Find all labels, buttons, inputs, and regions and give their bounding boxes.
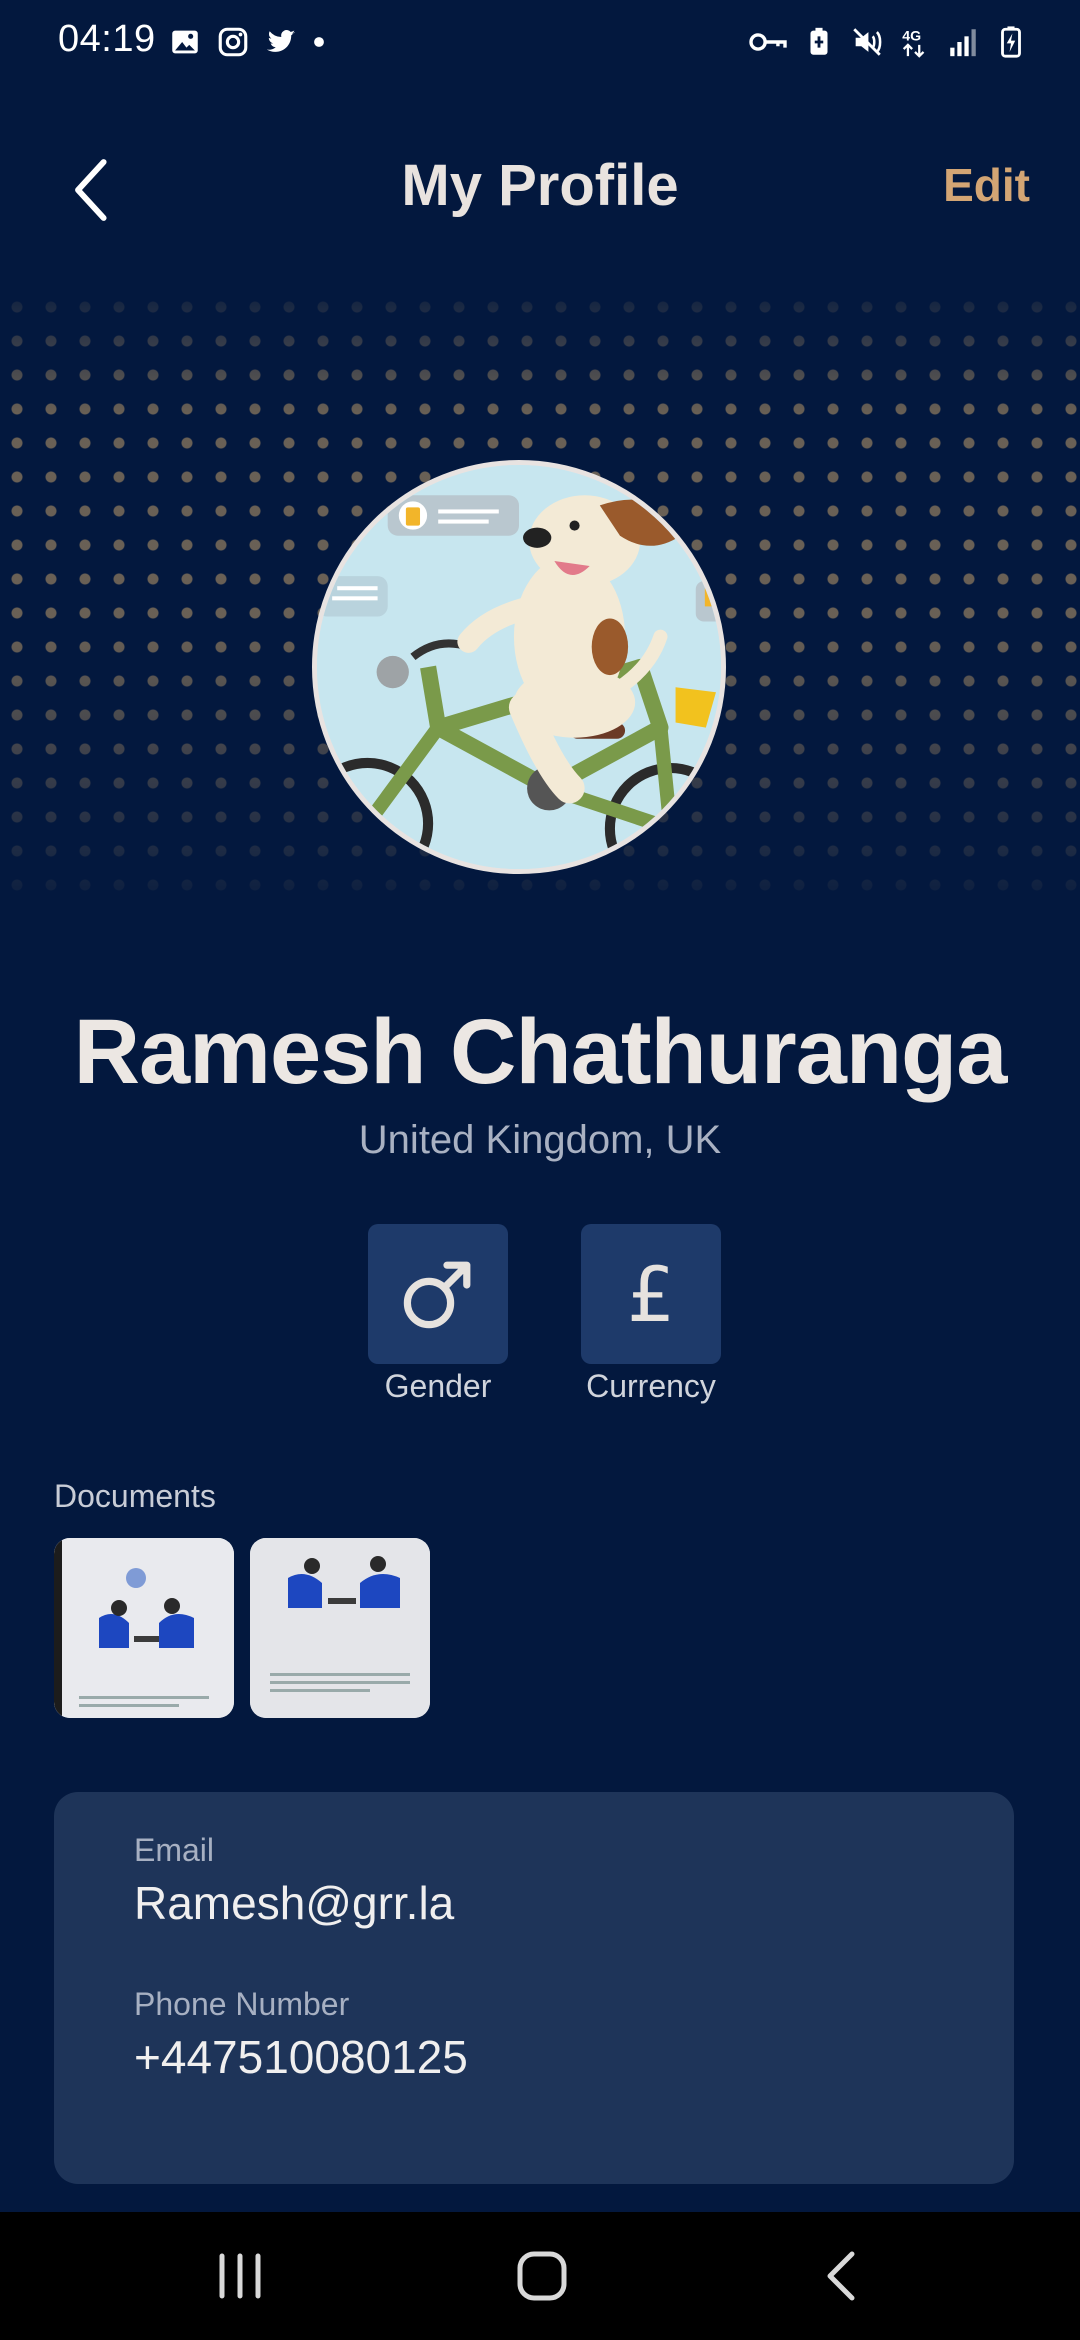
mute-icon — [850, 25, 884, 59]
avatar[interactable] — [312, 460, 726, 874]
signal-icon — [946, 25, 980, 59]
back-icon — [827, 2251, 855, 2301]
page-title: My Profile — [401, 153, 679, 218]
document-thumbnail-1[interactable] — [54, 1538, 234, 1718]
contact-card: Email Ramesh@grr.la Phone Number +447510… — [54, 1792, 1014, 2184]
status-right-icons: 4G — [748, 22, 1028, 62]
home-icon — [517, 2251, 567, 2301]
male-symbol-icon — [403, 1261, 471, 1329]
recent-apps-button[interactable] — [208, 2244, 272, 2308]
key-icon — [748, 25, 788, 59]
gender-button[interactable] — [368, 1224, 508, 1364]
document-image-1 — [54, 1538, 234, 1718]
email-label: Email — [134, 1832, 215, 1868]
profile-name: Ramesh Chathuranga — [73, 1001, 1008, 1103]
twitter-icon — [264, 25, 298, 59]
currency-tile[interactable]: £ Currency — [581, 1224, 721, 1405]
status-time: 04:19 — [58, 18, 156, 60]
battery-charging-icon — [994, 25, 1028, 59]
system-nav-bar — [0, 2212, 1080, 2340]
profile-location: United Kingdom, UK — [358, 1118, 722, 1162]
currency-button[interactable]: £ — [581, 1224, 721, 1364]
phone-value: +447510080125 — [134, 2031, 468, 2083]
gallery-icon — [168, 25, 202, 59]
documents-label: Documents — [54, 1478, 216, 1514]
document-image-2 — [250, 1538, 430, 1718]
network-4g-icon: 4G — [898, 25, 932, 59]
gender-tile[interactable]: Gender — [368, 1224, 508, 1405]
battery-saver-icon — [802, 25, 836, 59]
header: My Profile Edit — [0, 130, 1080, 250]
home-button[interactable] — [510, 2244, 574, 2308]
edit-button[interactable]: Edit — [943, 158, 1030, 212]
phone-label: Phone Number — [134, 1986, 350, 2022]
network-label: 4G — [902, 29, 921, 45]
status-bar: 04:19 4G — [0, 0, 1080, 80]
gender-label: Gender — [384, 1368, 492, 1404]
dot-icon — [312, 25, 326, 59]
pound-symbol-icon: £ — [627, 1251, 675, 1339]
instagram-icon — [216, 25, 250, 59]
system-back-button[interactable] — [812, 2244, 876, 2308]
currency-symbol: £ — [627, 1251, 675, 1339]
status-left-icons — [168, 22, 326, 62]
currency-label: Currency — [586, 1368, 716, 1404]
document-thumbnail-2[interactable] — [250, 1538, 430, 1718]
email-value: Ramesh@grr.la — [134, 1877, 455, 1929]
recent-apps-icon — [219, 2253, 261, 2299]
dog-on-bicycle-illustration — [317, 465, 721, 869]
